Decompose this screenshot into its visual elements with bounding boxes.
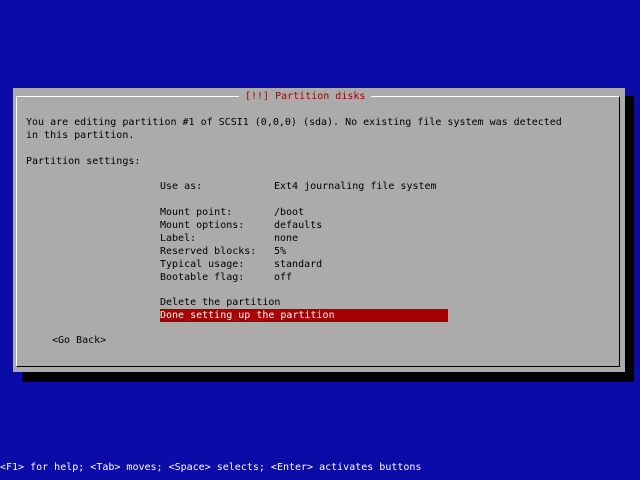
option-label-bootable-flag[interactable]: Bootable flag: <box>160 271 244 284</box>
option-label-label[interactable]: Label: <box>160 232 196 245</box>
go-back-button[interactable]: <Go Back> <box>52 334 106 347</box>
option-label-mount-options[interactable]: Mount options: <box>160 219 244 232</box>
option-value-bootable-flag[interactable]: off <box>274 271 292 284</box>
option-label-reserved-blocks[interactable]: Reserved blocks: <box>160 245 256 258</box>
intro-text-line-1: You are editing partition #1 of SCSI1 (0… <box>26 117 562 128</box>
partition-settings-heading: Partition settings: <box>26 156 141 167</box>
help-status-bar: <F1> for help; <Tab> moves; <Space> sele… <box>0 462 422 473</box>
intro-text-line-2: in this partition. <box>26 130 135 141</box>
option-value-use-as[interactable]: Ext4 journaling file system <box>274 180 437 193</box>
partition-dialog: [!!] Partition disks You are editing par… <box>13 88 625 372</box>
option-label-typical-usage[interactable]: Typical usage: <box>160 258 244 271</box>
option-label-use-as[interactable]: Use as: <box>160 180 202 193</box>
done-setting-up-partition-action[interactable]: Done setting up the partition <box>160 309 448 322</box>
option-value-label[interactable]: none <box>274 232 298 245</box>
option-value-mount-options[interactable]: defaults <box>274 219 322 232</box>
option-value-typical-usage[interactable]: standard <box>274 258 322 271</box>
installer-screen: [!!] Partition disks You are editing par… <box>0 0 640 480</box>
option-value-reserved-blocks[interactable]: 5% <box>274 245 286 258</box>
dialog-title: [!!] Partition disks <box>239 90 372 103</box>
delete-partition-action[interactable]: Delete the partition <box>160 296 448 309</box>
option-value-mount-point[interactable]: /boot <box>274 206 304 219</box>
option-label-mount-point[interactable]: Mount point: <box>160 206 232 219</box>
